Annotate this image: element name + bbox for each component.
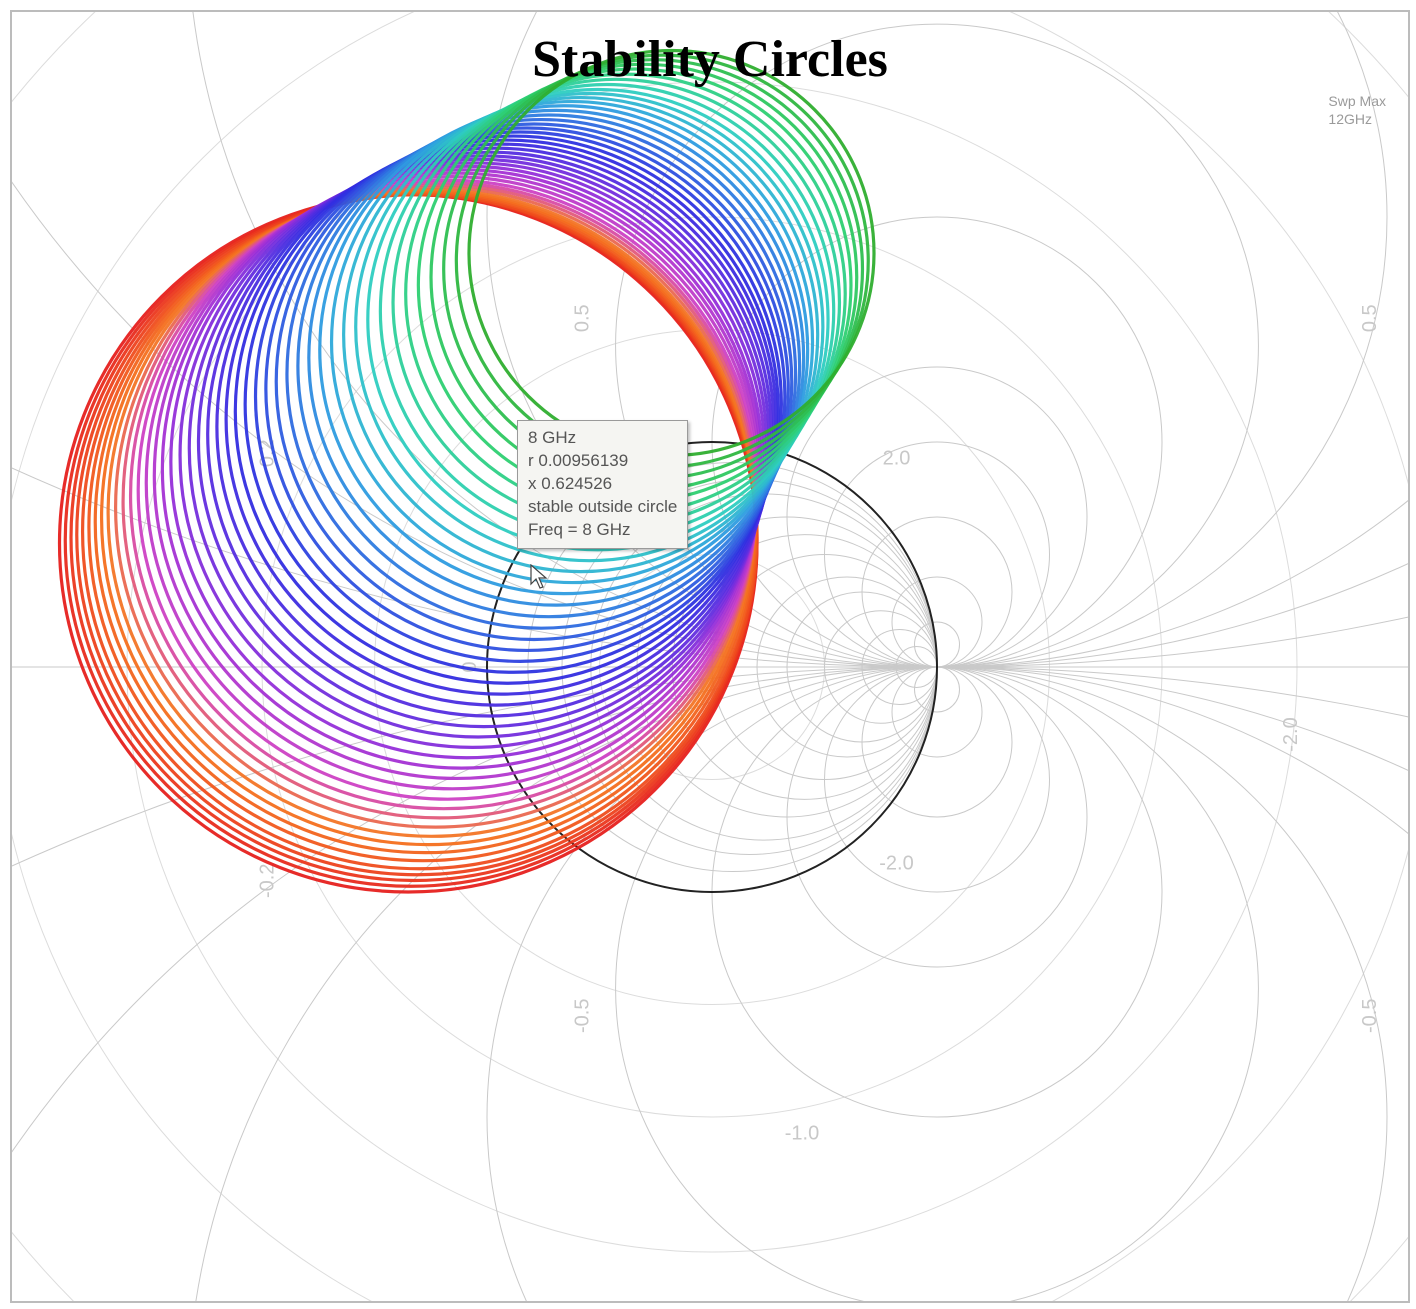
svg-text:0.5: 0.5 (571, 304, 593, 332)
tooltip-freq: 8 GHz (528, 427, 677, 450)
svg-text:-1.0: -1.0 (785, 1123, 819, 1145)
svg-text:-2.0: -2.0 (879, 853, 913, 875)
sweep-legend-line2: 12GHz (1328, 110, 1386, 128)
sweep-legend-line1: Swp Max (1328, 92, 1386, 110)
smith-chart-plot[interactable]: 00.5-0.50.2-0.21.0-1.02.0-2.00.5-0.5-2.0 (12, 12, 1408, 1301)
tooltip-region: stable outside circle (528, 496, 677, 519)
svg-text:-0.5: -0.5 (571, 999, 593, 1033)
chart-frame: 00.5-0.50.2-0.21.0-1.02.0-2.00.5-0.5-2.0… (10, 10, 1410, 1303)
svg-text:-0.2: -0.2 (256, 864, 278, 898)
chart-title: Stability Circles (12, 30, 1408, 89)
svg-text:-0.5: -0.5 (1359, 999, 1381, 1033)
svg-text:0.5: 0.5 (1359, 304, 1381, 332)
data-tooltip: 8 GHz r 0.00956139 x 0.624526 stable out… (517, 420, 688, 549)
tooltip-x: x 0.624526 (528, 473, 677, 496)
tooltip-freq-equals: Freq = 8 GHz (528, 519, 677, 542)
svg-text:-2.0: -2.0 (1280, 717, 1302, 751)
tooltip-r: r 0.00956139 (528, 450, 677, 473)
svg-text:2.0: 2.0 (883, 448, 911, 470)
cursor-icon (530, 564, 550, 592)
sweep-legend: Swp Max 12GHz (1328, 92, 1386, 128)
